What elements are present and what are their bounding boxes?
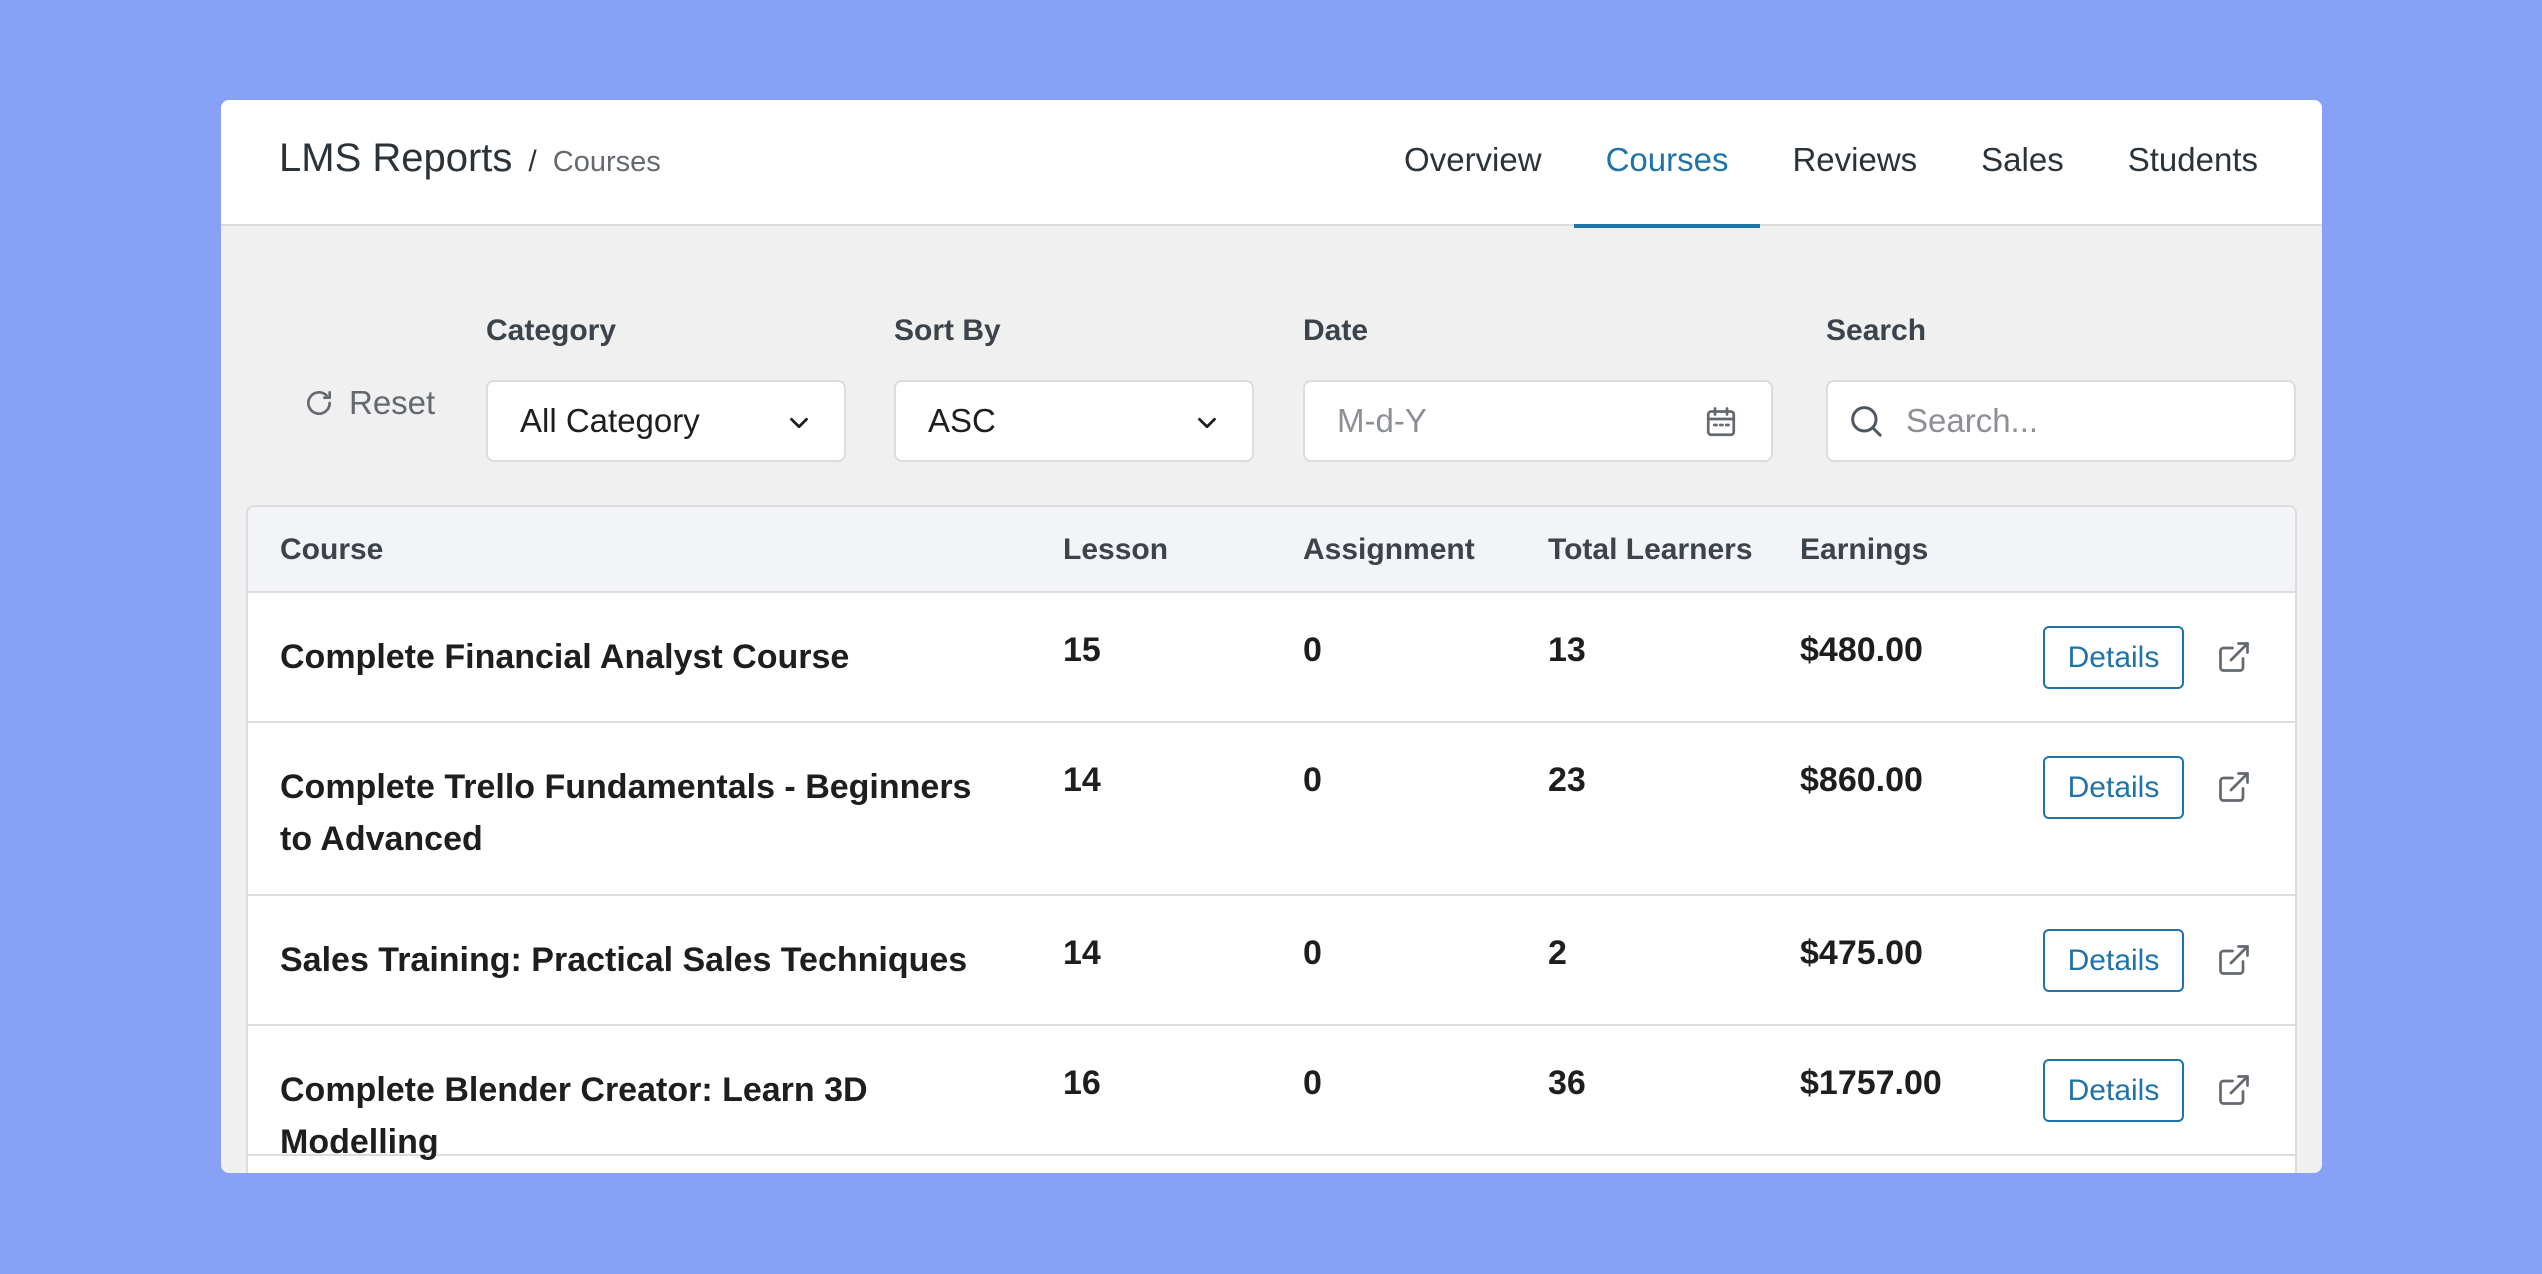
table-row: Sales Training: Practical Sales Techniqu… (248, 896, 2295, 1026)
assignment-count: 0 (1303, 934, 1322, 972)
details-button[interactable]: Details (2043, 756, 2184, 819)
earnings-value: $860.00 (1800, 761, 1923, 799)
page-title: LMS Reports (279, 136, 513, 180)
reset-button[interactable]: Reset (303, 384, 435, 422)
lesson-count: 15 (1063, 631, 1101, 669)
nav-tabs: Overview Courses Reviews Sales Students (1372, 100, 2322, 228)
date-filter: Date M-d-Y (1303, 314, 1773, 462)
column-course: Course (280, 533, 384, 566)
tab-students[interactable]: Students (2096, 100, 2322, 226)
sort-value: ASC (928, 402, 996, 439)
lesson-count: 14 (1063, 761, 1101, 799)
tab-sales[interactable]: Sales (1949, 100, 2096, 226)
breadcrumb: LMS Reports / Courses (279, 136, 661, 181)
category-filter: Category All Category (486, 314, 846, 462)
category-value: All Category (520, 402, 700, 439)
details-button[interactable]: Details (2043, 626, 2184, 689)
learners-count: 13 (1548, 631, 1586, 669)
breadcrumb-current: Courses (552, 146, 661, 178)
search-label: Search (1826, 314, 1927, 347)
sort-label: Sort By (894, 314, 1001, 347)
course-name: Complete Blender Creator: Learn 3D Model… (280, 1071, 868, 1161)
tab-courses[interactable]: Courses (1573, 100, 1761, 228)
courses-table: Course Lesson Assignment Total Learners … (246, 505, 2297, 1173)
earnings-value: $475.00 (1800, 934, 1923, 972)
assignment-count: 0 (1303, 631, 1322, 669)
table-row: Complete Financial Analyst Course 15 0 1… (248, 593, 2295, 723)
assignment-count: 0 (1303, 761, 1322, 799)
search-placeholder: Search... (1906, 402, 2039, 439)
external-link-icon[interactable] (2216, 639, 2252, 675)
chevron-down-icon (790, 417, 808, 429)
course-name: Complete Trello Fundamentals - Beginners… (280, 768, 972, 858)
reports-card: LMS Reports / Courses Overview Courses R… (221, 100, 2322, 1173)
category-label: Category (486, 314, 617, 347)
external-link-icon[interactable] (2216, 942, 2252, 978)
sort-select[interactable]: ASC (894, 380, 1254, 462)
date-label: Date (1303, 314, 1369, 347)
breadcrumb-separator: / (528, 145, 537, 178)
learners-count: 23 (1548, 761, 1586, 799)
search-filter: Search Search... (1826, 314, 2296, 462)
external-link-icon[interactable] (2216, 769, 2252, 805)
column-lesson: Lesson (1063, 533, 1169, 566)
header: LMS Reports / Courses Overview Courses R… (221, 100, 2322, 228)
earnings-value: $1757.00 (1800, 1064, 1942, 1102)
assignment-count: 0 (1303, 1064, 1322, 1102)
reset-label: Reset (349, 384, 436, 421)
column-total-learners: Total Learners (1548, 533, 1753, 566)
course-name: Complete Financial Analyst Course (280, 638, 850, 676)
lesson-count: 14 (1063, 934, 1101, 972)
learners-count: 36 (1548, 1064, 1586, 1102)
external-link-icon[interactable] (2216, 1072, 2252, 1108)
course-name: Sales Training: Practical Sales Techniqu… (280, 941, 968, 979)
date-input[interactable]: M-d-Y (1303, 380, 1773, 462)
tab-overview[interactable]: Overview (1372, 100, 1574, 226)
learners-count: 2 (1548, 934, 1567, 972)
column-earnings: Earnings (1800, 533, 1929, 566)
date-placeholder: M-d-Y (1337, 402, 1427, 439)
table-row: Complete Blender Creator: Learn 3D Model… (248, 1026, 2295, 1161)
calendar-icon[interactable] (1703, 404, 1739, 440)
lesson-count: 16 (1063, 1064, 1101, 1102)
reset-icon (307, 391, 331, 415)
search-input[interactable]: Search... (1826, 380, 2296, 462)
search-icon (1851, 406, 1882, 437)
chevron-down-icon (1198, 417, 1216, 429)
table-header: Course Lesson Assignment Total Learners … (248, 507, 2295, 593)
table-row: Complete Trello Fundamentals - Beginners… (248, 723, 2295, 896)
details-button[interactable]: Details (2043, 1059, 2184, 1122)
tab-reviews[interactable]: Reviews (1760, 100, 1949, 226)
column-assignment: Assignment (1303, 533, 1475, 566)
details-button[interactable]: Details (2043, 929, 2184, 992)
category-select[interactable]: All Category (486, 380, 846, 462)
sort-filter: Sort By ASC (894, 314, 1254, 462)
earnings-value: $480.00 (1800, 631, 1923, 669)
